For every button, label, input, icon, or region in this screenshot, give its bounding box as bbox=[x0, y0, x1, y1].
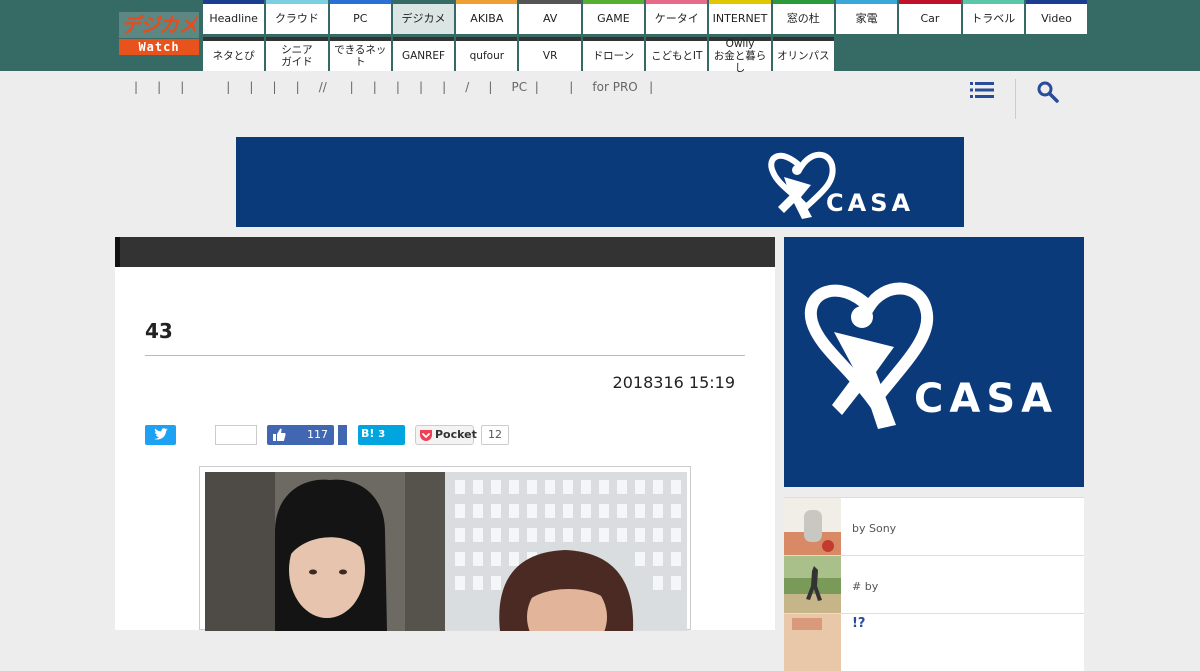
sidebar-thumb bbox=[784, 556, 841, 613]
twitter-icon bbox=[154, 428, 168, 440]
sidebar-thumb bbox=[784, 614, 841, 671]
nav-item[interactable]: INTERNET bbox=[709, 0, 771, 34]
logo-top-text: デジカメ bbox=[119, 12, 199, 38]
banner-ad[interactable]: CASA bbox=[236, 137, 964, 227]
sidebar-item[interactable]: !? bbox=[784, 613, 1084, 671]
nav-item[interactable]: VR bbox=[519, 37, 581, 71]
nav-item[interactable]: こどもとIT bbox=[646, 37, 708, 71]
title-divider bbox=[145, 355, 745, 356]
hatena-count: 3 bbox=[378, 429, 386, 440]
sidebar-item[interactable]: # by bbox=[784, 555, 1084, 613]
nav-item[interactable]: PC bbox=[329, 0, 391, 34]
nav-item[interactable]: クラウド bbox=[266, 0, 328, 34]
nav-item[interactable]: Car bbox=[899, 0, 961, 34]
menu-icon[interactable] bbox=[970, 80, 994, 100]
pocket-count: 12 bbox=[481, 425, 509, 445]
nav-item[interactable]: デジカメ bbox=[392, 0, 455, 34]
nav-item[interactable]: トラベル bbox=[962, 0, 1024, 34]
article-card: 43 2018316 15:19 117 B! 3 Pocket 12 bbox=[115, 237, 775, 631]
nav-row-secondary: ネタとぴ シニア ガイド できるネット GANREF qufour VR ドローン こどもとI… bbox=[203, 37, 836, 74]
banner-brand-text: CASA bbox=[826, 189, 914, 217]
sidebar-item-text: by Sony bbox=[852, 522, 897, 535]
nav-item[interactable]: 窓の杜 bbox=[772, 0, 834, 34]
twitter-share-button[interactable] bbox=[145, 425, 176, 445]
pocket-button[interactable]: Pocket bbox=[415, 425, 477, 445]
twitter-count-box bbox=[215, 425, 257, 445]
sidebar-item-text: # by bbox=[852, 580, 879, 593]
nav-item[interactable]: オリンパス bbox=[772, 37, 834, 71]
top-bar: デジカメ Watch Headline クラウド PC デジカメ AKIBA AV GAME… bbox=[0, 0, 1200, 74]
sidebar-brand-text: CASA bbox=[914, 376, 1058, 422]
header-divider bbox=[1015, 79, 1016, 119]
nav-item[interactable]: できるネット bbox=[329, 37, 391, 71]
sidebar-ad[interactable]: CASA bbox=[784, 237, 1084, 487]
nav-item[interactable]: ドローン bbox=[582, 37, 645, 71]
hatena-bookmark-button[interactable]: B! 3 bbox=[358, 425, 405, 445]
article-title: 43 bbox=[145, 319, 173, 343]
nav-row-primary: Headline クラウド PC デジカメ AKIBA AV GAME ケータイ INTERNE… bbox=[203, 0, 1089, 34]
category-links[interactable]: | | | | | | | // | | | | | / | PC | | fo… bbox=[134, 80, 653, 94]
nav-item[interactable]: Owlly お金と暮らし bbox=[709, 37, 771, 74]
pocket-icon bbox=[420, 430, 432, 441]
nav-item[interactable]: Video bbox=[1025, 0, 1088, 34]
article-photo bbox=[205, 472, 687, 631]
article-date: 2018316 15:19 bbox=[612, 373, 735, 392]
nav-item[interactable]: AV bbox=[519, 0, 581, 34]
facebook-count: 117 bbox=[307, 428, 328, 441]
nav-item[interactable]: シニア ガイド bbox=[266, 37, 328, 71]
pocket-label: Pocket bbox=[435, 428, 477, 441]
nav-item[interactable]: ネタとぴ bbox=[203, 37, 265, 71]
thumbs-up-icon bbox=[273, 428, 286, 441]
casa-logo-sidebar: CASA bbox=[804, 282, 1058, 429]
sidebar-item-text: !? bbox=[852, 616, 866, 631]
logo-bottom-text: Watch bbox=[119, 39, 199, 55]
search-icon[interactable] bbox=[1037, 81, 1059, 103]
nav-item[interactable]: GANREF bbox=[392, 37, 455, 71]
facebook-share-tab[interactable] bbox=[338, 425, 347, 445]
hatena-label: B! bbox=[361, 427, 375, 440]
nav-item[interactable]: AKIBA bbox=[456, 0, 518, 34]
nav-item[interactable]: GAME bbox=[582, 0, 645, 34]
article-photo-frame bbox=[199, 466, 691, 631]
nav-item[interactable]: 家電 bbox=[835, 0, 898, 34]
article-header-bar bbox=[115, 237, 775, 267]
facebook-like-button[interactable]: 117 bbox=[267, 425, 334, 445]
sidebar-thumb bbox=[784, 498, 841, 555]
site-logo[interactable]: デジカメ Watch bbox=[119, 12, 199, 56]
sidebar-item[interactable]: by Sony bbox=[784, 497, 1084, 555]
nav-item[interactable]: Headline bbox=[203, 0, 265, 34]
sidebar-list: by Sony # by !? bbox=[784, 497, 1084, 671]
nav-item[interactable]: ケータイ bbox=[646, 0, 708, 34]
nav-item[interactable]: qufour bbox=[456, 37, 518, 71]
casa-logo-banner: CASA bbox=[768, 151, 914, 219]
